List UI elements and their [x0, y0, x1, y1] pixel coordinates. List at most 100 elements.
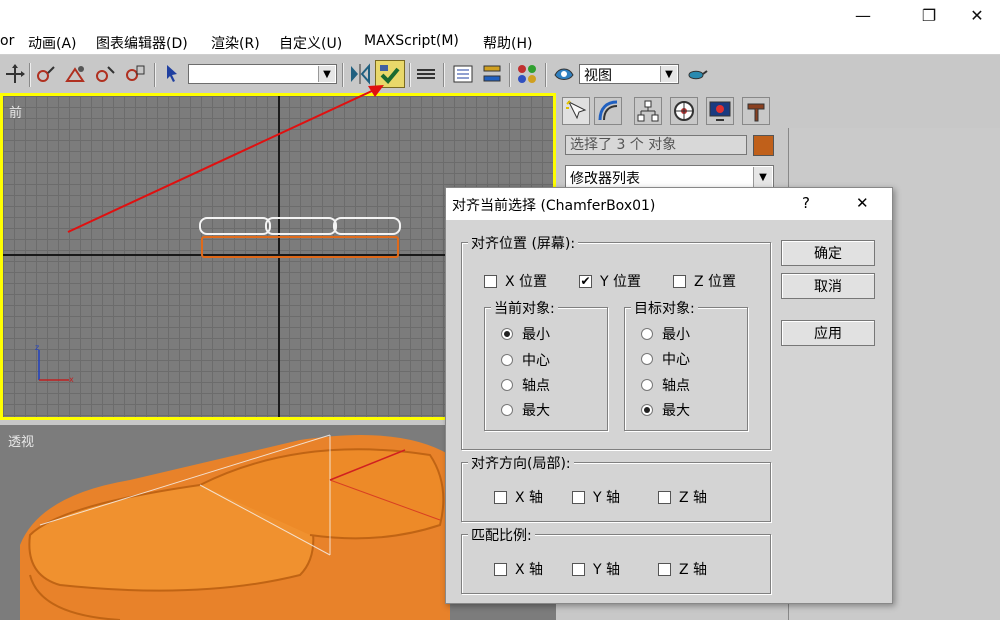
menu-item-maxscript[interactable]: MAXScript(M): [364, 33, 459, 49]
tab-modify[interactable]: [594, 97, 622, 125]
align-icon: [380, 65, 400, 84]
checkbox-box[interactable]: [673, 274, 686, 288]
schematic-icon[interactable]: [479, 61, 505, 87]
align-selection-dialog: 对齐当前选择 (ChamferBox01) ? ✕ 对齐位置 (屏幕): X 位…: [445, 187, 893, 604]
viewport-label-perspective[interactable]: 透视: [8, 431, 34, 450]
target-min-radio[interactable]: 最小: [641, 324, 690, 344]
menu-bar: or 动画(A) 图表编辑器(D) 渲染(R) 自定义(U) MAXScript…: [0, 30, 1000, 55]
layers-icon[interactable]: [413, 61, 439, 87]
ok-button[interactable]: 确定: [781, 240, 875, 266]
chevron-down-icon: ▼: [753, 167, 772, 187]
checkbox-box[interactable]: ✔: [579, 274, 592, 288]
scale-y-checkbox[interactable]: Y 轴: [572, 559, 620, 579]
menu-item-graph-editors[interactable]: 图表编辑器(D): [96, 33, 188, 53]
current-pivot-radio[interactable]: 轴点: [501, 375, 550, 395]
title-bar: — ❐ ✕: [0, 0, 1000, 30]
link-icon[interactable]: [34, 61, 60, 87]
tab-create[interactable]: [562, 97, 590, 125]
toolbar-separator: [509, 63, 511, 87]
bind-icon[interactable]: [93, 61, 119, 87]
menu-item-rendering[interactable]: 渲染(R): [211, 33, 260, 53]
tab-hierarchy[interactable]: [634, 97, 662, 125]
selection-set-dropdown[interactable]: ▼: [188, 64, 337, 84]
z-position-checkbox[interactable]: Z 位置: [673, 271, 736, 291]
material-editor-icon[interactable]: [514, 61, 540, 87]
modifier-list-label: 修改器列表: [570, 171, 640, 187]
current-object-title: 当前对象:: [491, 298, 558, 318]
minimize-button[interactable]: —: [840, 0, 886, 30]
dialog-title-bar: 对齐当前选择 (ChamferBox01) ? ✕: [446, 188, 892, 220]
target-max-radio[interactable]: 最大: [641, 400, 690, 420]
dialog-close-button[interactable]: ✕: [856, 194, 869, 212]
orient-y-label: Y 轴: [593, 490, 621, 506]
view-dropdown[interactable]: 视图 ▼: [579, 64, 679, 84]
align-position-title: 对齐位置 (屏幕):: [468, 233, 579, 253]
toolbar-separator: [443, 63, 445, 87]
select-by-name-icon[interactable]: [159, 61, 185, 87]
cushion-outline[interactable]: [199, 217, 271, 235]
svg-text:x: x: [69, 375, 74, 384]
y-position-checkbox[interactable]: ✔ Y 位置: [579, 271, 641, 291]
radio-label: 最小: [662, 327, 690, 343]
menu-item-animation[interactable]: 动画(A): [28, 33, 77, 53]
hierarchy-icon: [637, 100, 659, 122]
cushion-outline[interactable]: [333, 217, 401, 235]
x-position-checkbox[interactable]: X 位置: [484, 271, 547, 291]
toolbar-separator: [545, 63, 547, 87]
chevron-down-icon: ▼: [660, 66, 677, 82]
radio-label: 最大: [522, 403, 550, 419]
current-object-group: 当前对象: 最小 中心 轴点 最大: [484, 298, 608, 431]
radio-label: 中心: [522, 353, 550, 369]
orient-z-label: Z 轴: [679, 490, 708, 506]
bind-space-warp-icon[interactable]: [122, 61, 148, 87]
tab-motion[interactable]: [670, 97, 698, 125]
current-min-radio[interactable]: 最小: [501, 324, 550, 344]
target-center-radio[interactable]: 中心: [641, 349, 690, 369]
current-max-radio[interactable]: 最大: [501, 400, 550, 420]
menu-item-customize[interactable]: 自定义(U): [279, 33, 342, 53]
curve-editor-icon[interactable]: [450, 61, 476, 87]
mirror-icon[interactable]: [347, 61, 373, 87]
object-color-swatch[interactable]: [753, 135, 774, 156]
scale-z-checkbox[interactable]: Z 轴: [658, 559, 707, 579]
orient-x-checkbox[interactable]: X 轴: [494, 487, 543, 507]
toolbar-separator: [29, 63, 31, 87]
orient-y-checkbox[interactable]: Y 轴: [572, 487, 620, 507]
toolbar-separator: [154, 63, 156, 87]
help-button[interactable]: ?: [802, 194, 810, 212]
move-icon[interactable]: [2, 61, 28, 87]
create-icon: [566, 100, 587, 120]
modify-icon: [598, 100, 618, 121]
align-position-group: 对齐位置 (屏幕): X 位置 ✔ Y 位置 Z 位置 当前对象: 最小 中心 轴…: [461, 233, 771, 450]
radio-label: 最大: [662, 403, 690, 419]
restore-button[interactable]: ❐: [906, 0, 952, 30]
unlink-icon[interactable]: [63, 61, 89, 87]
render-setup-icon[interactable]: [551, 61, 577, 87]
scale-z-label: Z 轴: [679, 562, 708, 578]
radio-label: 轴点: [662, 378, 690, 394]
tab-display[interactable]: [706, 97, 734, 125]
selection-name-field[interactable]: 选择了 3 个 对象: [565, 135, 747, 155]
viewport-label-front[interactable]: 前: [9, 102, 22, 121]
align-button[interactable]: [375, 60, 405, 88]
match-scale-title: 匹配比例:: [468, 525, 535, 545]
menu-item-partial[interactable]: or: [0, 33, 14, 49]
current-center-radio[interactable]: 中心: [501, 350, 550, 370]
checkbox-box[interactable]: [484, 274, 497, 288]
menu-item-help[interactable]: 帮助(H): [483, 33, 532, 53]
apply-button[interactable]: 应用: [781, 320, 875, 346]
scale-x-label: X 轴: [515, 562, 544, 578]
target-object-group: 目标对象: 最小 中心 轴点 最大: [624, 298, 748, 431]
window-close-button[interactable]: ✕: [954, 0, 1000, 30]
render-teapot-icon[interactable]: [683, 61, 709, 87]
align-orientation-title: 对齐方向(局部):: [468, 453, 574, 473]
tab-utilities[interactable]: [742, 97, 770, 125]
cushion-outline[interactable]: [265, 217, 337, 235]
modifier-list-dropdown[interactable]: 修改器列表 ▼: [565, 165, 774, 189]
target-pivot-radio[interactable]: 轴点: [641, 375, 690, 395]
radio-label: 最小: [522, 327, 550, 343]
cancel-button[interactable]: 取消: [781, 273, 875, 299]
scale-x-checkbox[interactable]: X 轴: [494, 559, 543, 579]
chamferbox-outline[interactable]: [201, 236, 399, 258]
orient-z-checkbox[interactable]: Z 轴: [658, 487, 707, 507]
